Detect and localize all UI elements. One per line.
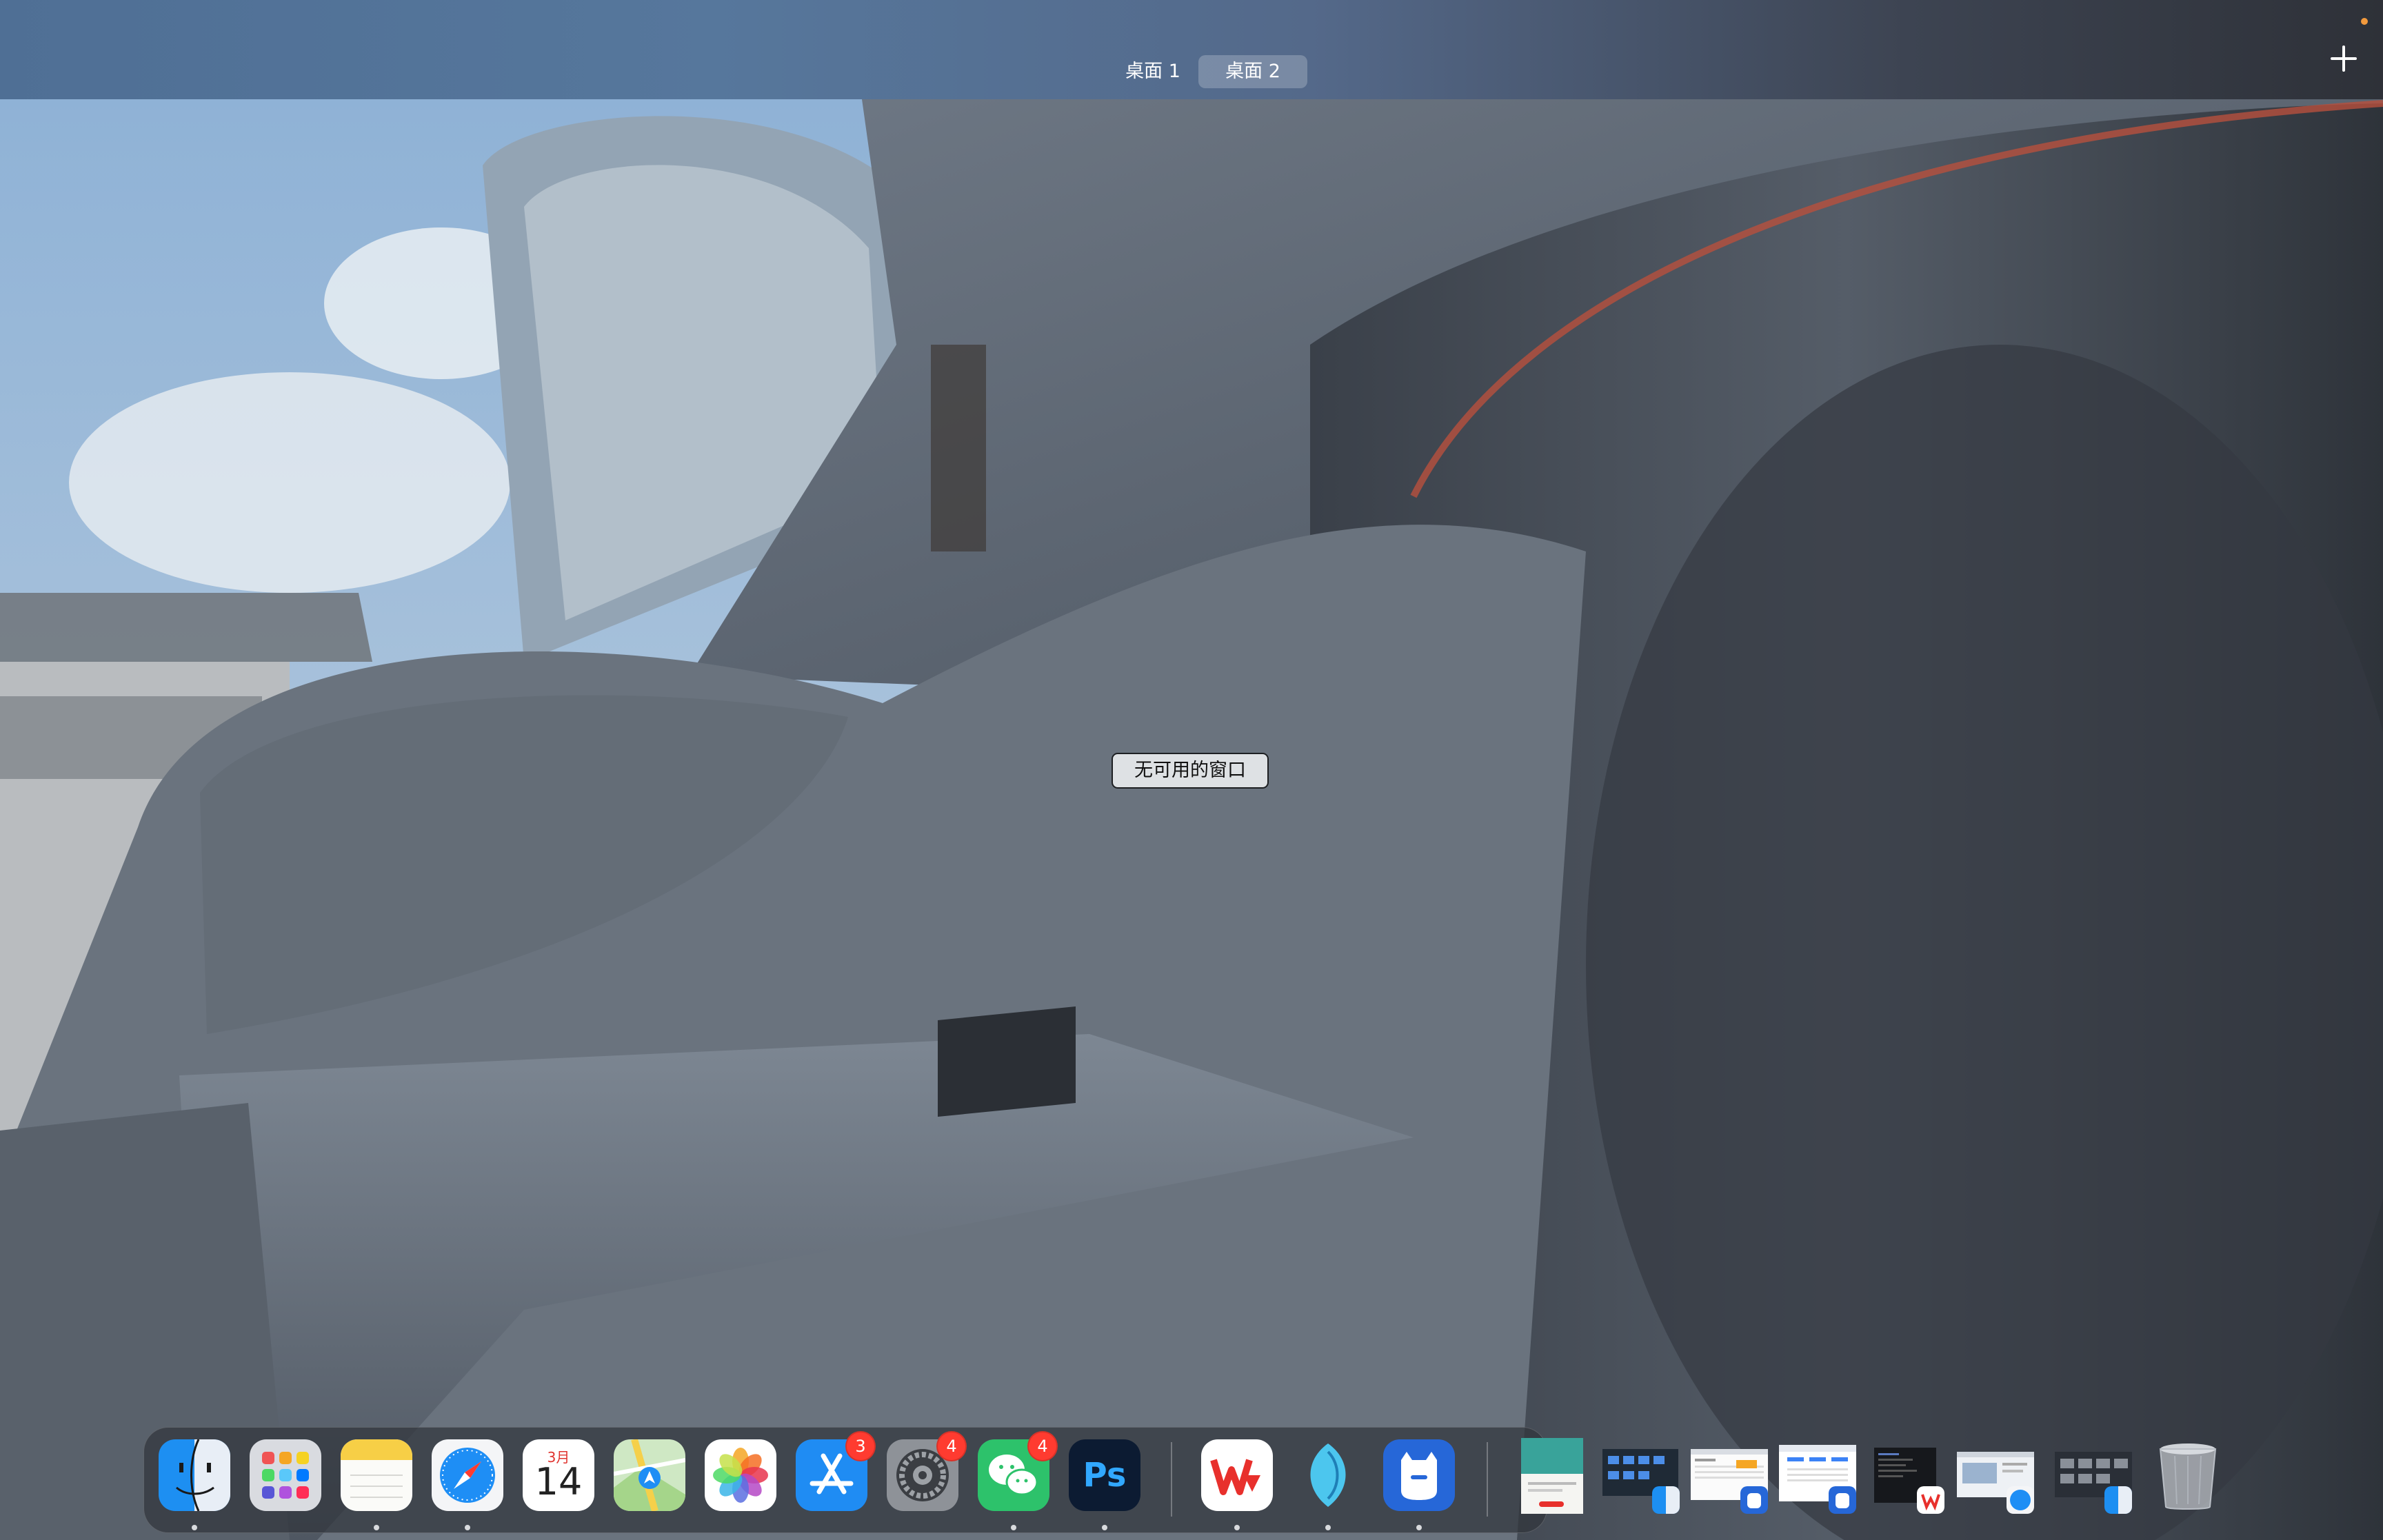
- cat-icon: [1829, 1486, 1856, 1514]
- photos-icon: [705, 1439, 776, 1511]
- calendar-day: 14: [534, 1460, 583, 1503]
- notification-badge: 4: [936, 1431, 967, 1461]
- minimized-window-3[interactable]: [1688, 1438, 1769, 1514]
- safari-icon: [432, 1439, 503, 1511]
- document-thumbnail: [1521, 1438, 1583, 1514]
- maps-icon: [614, 1439, 685, 1511]
- dock-trash[interactable]: [2154, 1439, 2222, 1511]
- minimized-window-7[interactable]: [2052, 1438, 2133, 1514]
- dock-app-photos[interactable]: [705, 1439, 776, 1511]
- dock-app-finder[interactable]: [159, 1439, 230, 1511]
- notes-icon: [341, 1439, 412, 1511]
- launchpad-icon: [250, 1439, 321, 1511]
- dock-app-maps[interactable]: [614, 1439, 685, 1511]
- space-tab-desktop-1[interactable]: 桌面 1: [1103, 55, 1203, 88]
- wps-icon: [1201, 1439, 1273, 1511]
- dock-app-wechat[interactable]: 4: [978, 1431, 1058, 1511]
- cat-icon: [1383, 1439, 1455, 1511]
- photoshop-label: Ps: [1083, 1456, 1127, 1495]
- no-windows-label: 无可用的窗口: [1112, 753, 1269, 789]
- photoshop-icon: Ps: [1069, 1439, 1140, 1511]
- cat-icon: [1740, 1486, 1768, 1514]
- running-indicator: [465, 1525, 470, 1530]
- calendar-icon: 3月 14: [523, 1439, 594, 1511]
- dock-app-photoshop[interactable]: Ps: [1069, 1439, 1140, 1511]
- minimized-window-4[interactable]: [1776, 1438, 1858, 1514]
- dock-app-app-store[interactable]: 3: [796, 1431, 876, 1511]
- running-indicator: [1102, 1525, 1107, 1530]
- space-tab-desktop-2[interactable]: 桌面 2: [1198, 55, 1307, 88]
- finder-icon: [159, 1439, 230, 1511]
- plus-icon[interactable]: [2325, 40, 2362, 77]
- dock-app-launchpad[interactable]: [250, 1439, 321, 1511]
- dock-app-system-settings[interactable]: 4: [887, 1431, 967, 1511]
- wps-icon: [1917, 1486, 1944, 1514]
- dock-app-clash[interactable]: [1383, 1439, 1455, 1511]
- running-indicator: [1234, 1525, 1240, 1530]
- feather-icon: [1310, 1443, 1346, 1507]
- dock-divider: [1487, 1442, 1488, 1517]
- dock-app-feather[interactable]: [1292, 1439, 1364, 1511]
- dock-app-wps[interactable]: [1201, 1439, 1273, 1511]
- minimized-window-5[interactable]: [1864, 1438, 1946, 1514]
- dock-app-safari[interactable]: [432, 1439, 503, 1511]
- running-indicator: [1011, 1525, 1016, 1530]
- dock-app-notes[interactable]: [341, 1439, 412, 1511]
- running-indicator: [374, 1525, 379, 1530]
- minimized-window-6[interactable]: [1954, 1438, 2035, 1514]
- minimized-window-1[interactable]: [1511, 1438, 1593, 1514]
- dock-app-calendar[interactable]: 3月 14: [523, 1439, 594, 1511]
- dock-divider: [1171, 1442, 1172, 1517]
- safari-icon: [2007, 1486, 2034, 1514]
- minimized-window-2[interactable]: [1600, 1438, 1681, 1514]
- running-indicator: [1325, 1525, 1331, 1530]
- notification-badge: 3: [845, 1431, 876, 1461]
- running-indicator: [1416, 1525, 1422, 1530]
- running-indicator: [192, 1525, 197, 1530]
- finder-icon: [1652, 1486, 1680, 1514]
- notification-dot: [2361, 18, 2368, 25]
- trash-icon: [2159, 1443, 2217, 1510]
- notification-badge: 4: [1027, 1431, 1058, 1461]
- finder-icon: [2104, 1486, 2132, 1514]
